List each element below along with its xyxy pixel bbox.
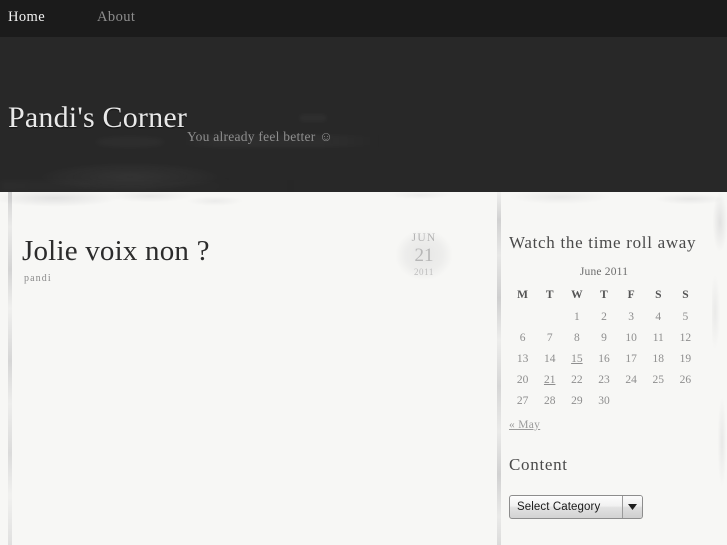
calendar-day-17: 17 (625, 352, 637, 365)
calendar-day-16: 16 (598, 352, 610, 365)
calendar-weekday-header-row: M T W T F S S (509, 287, 699, 306)
sidebar: Watch the time roll away June 2011 M T W… (501, 192, 727, 545)
calendar-widget-title: Watch the time roll away (509, 233, 697, 252)
calendar-day-6: 6 (519, 331, 526, 344)
calendar-day-link-21[interactable]: 21 (544, 374, 556, 386)
calendar-day-empty (509, 306, 536, 327)
calendar-week-row: 27 28 29 30 (509, 390, 699, 411)
calendar-day-24: 24 (625, 373, 637, 386)
calendar-day-23: 23 (598, 373, 610, 386)
calendar-caption: June 2011 (579, 266, 629, 278)
calendar-week-row: 6 7 8 9 10 11 12 (509, 327, 699, 348)
calendar-day-empty (618, 390, 645, 411)
calendar-day-5: 5 (682, 310, 689, 323)
header-grunge-dash (300, 115, 326, 121)
calendar-day-11: 11 (652, 331, 664, 344)
calendar-day-18: 18 (652, 352, 665, 365)
calendar-weekday-thu: T (600, 289, 608, 301)
header-grunge-bottom (0, 180, 727, 192)
calendar-day-25: 25 (652, 373, 665, 386)
calendar-day-12: 12 (679, 331, 692, 344)
calendar-day-27: 27 (516, 394, 529, 407)
calendar-day-13: 13 (516, 352, 529, 365)
calendar-day-20: 20 (516, 373, 529, 386)
post-author: pandi (24, 273, 52, 284)
calendar-day-3: 3 (628, 310, 634, 323)
calendar-week-row: 1 2 3 4 5 (509, 306, 699, 327)
calendar-day-7: 7 (546, 331, 553, 344)
calendar-day-4: 4 (655, 310, 662, 323)
calendar-week-row: 20 21 22 23 24 25 26 (509, 369, 699, 390)
categories-widget-title: Content (509, 455, 568, 474)
calendar-prev-month-link[interactable]: « May (509, 419, 540, 431)
calendar-day-link-15[interactable]: 15 (571, 353, 583, 365)
header-grunge-smudge-small (95, 137, 165, 147)
nav-item-about[interactable]: About (97, 8, 145, 26)
post-date-badge: JUN 21 2011 (396, 228, 452, 282)
page-body: Jolie voix non ? pandi JUN 21 2011 Watch… (0, 192, 727, 545)
calendar-day-10: 10 (625, 331, 637, 344)
site-title[interactable]: Pandi's Corner (8, 100, 187, 136)
calendar-day-9: 9 (601, 331, 607, 344)
calendar-day-28: 28 (543, 394, 556, 407)
post-date-year: 2011 (413, 267, 435, 277)
calendar-weekday-mon: M (517, 289, 528, 301)
calendar-weekday-sat: S (655, 289, 662, 301)
calendar-body: 1 2 3 4 5 6 7 8 9 10 11 12 13 14 15 16 17 18 19 20 21 22 23 24 2… (509, 306, 699, 411)
calendar-day-29: 29 (571, 394, 583, 407)
post-title[interactable]: Jolie voix non ? (22, 234, 210, 268)
calendar-day-30: 30 (598, 394, 610, 407)
calendar-day-22: 22 (571, 373, 583, 386)
calendar-day-empty (536, 306, 563, 327)
post-date-month: JUN (411, 232, 437, 244)
calendar-weekday-sun: S (682, 289, 689, 301)
calendar-weekday-tue: T (545, 289, 554, 301)
widget-calendar: Watch the time roll away June 2011 M T W… (509, 232, 714, 431)
calendar-navigation: « May (509, 419, 714, 431)
calendar-day-1: 1 (573, 310, 580, 323)
calendar-week-row: 13 14 15 16 17 18 19 (509, 348, 699, 369)
calendar-weekday-wed: W (571, 289, 583, 301)
category-select-value: Select Category (517, 501, 601, 513)
calendar-day-empty (645, 390, 672, 411)
site-tagline: You already feel better ☺ (187, 129, 334, 144)
calendar-day-14: 14 (543, 352, 556, 365)
calendar-day-2: 2 (601, 310, 607, 323)
chevron-down-icon[interactable] (622, 496, 642, 518)
calendar-day-empty (672, 390, 699, 411)
calendar-day-8: 8 (573, 331, 580, 344)
calendar-day-21[interactable]: 21 (536, 369, 563, 390)
top-navigation-bar: Home About (0, 0, 727, 37)
calendar-day-15[interactable]: 15 (563, 348, 590, 369)
nav-item-home[interactable]: Home (8, 8, 55, 26)
nav-menu: Home About (8, 8, 187, 26)
site-header: Pandi's Corner You already feel better ☺ (0, 37, 727, 192)
category-select-dropdown[interactable]: Select Category (509, 495, 643, 519)
calendar-day-26: 26 (679, 373, 692, 386)
widget-categories: Content Select Category (509, 454, 714, 519)
calendar-day-19: 19 (679, 352, 692, 365)
post-date-day: 21 (414, 245, 434, 266)
calendar-table: June 2011 M T W T F S S 1 2 3 4 5 6 7 8 9 10 11 12 1… (509, 266, 699, 411)
calendar-weekday-fri: F (627, 289, 635, 301)
